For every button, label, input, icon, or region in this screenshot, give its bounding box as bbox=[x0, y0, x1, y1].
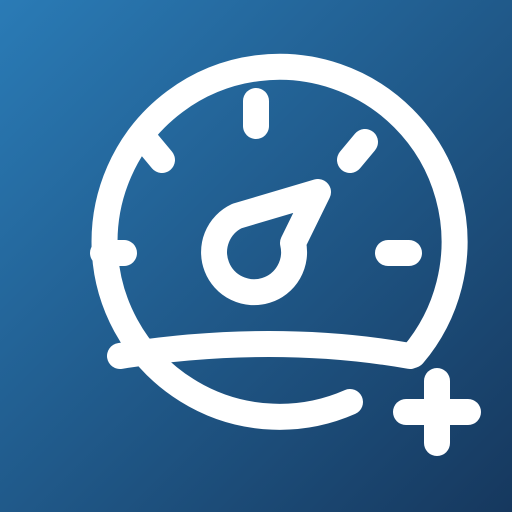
app-icon[interactable] bbox=[0, 0, 512, 512]
gauge-base-line bbox=[107, 331, 423, 369]
speedometer-add-icon bbox=[0, 0, 512, 512]
gauge-tick bbox=[337, 129, 378, 173]
gauge-tick bbox=[134, 129, 175, 173]
